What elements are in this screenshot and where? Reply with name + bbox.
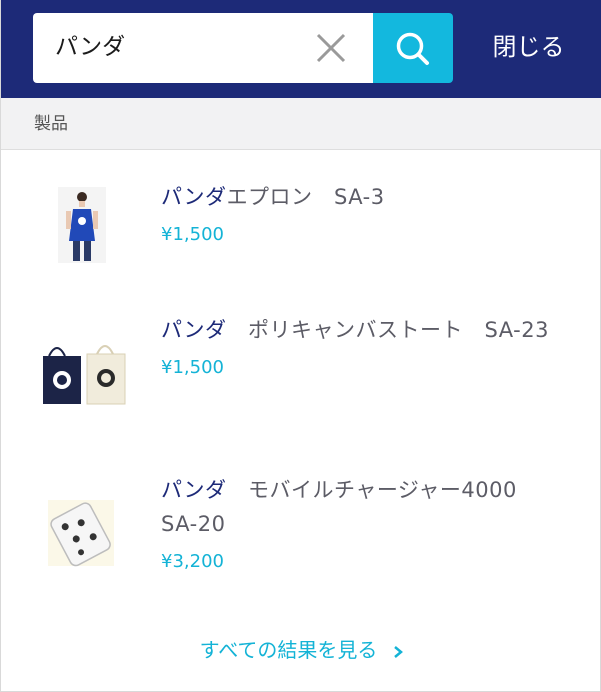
product-image-apron[interactable] [46, 185, 126, 265]
magnifier-icon [396, 32, 429, 65]
product-name-highlight: パンダ [161, 478, 227, 502]
chevron-right-icon [393, 630, 404, 674]
product-image-tote[interactable] [39, 338, 129, 418]
category-header: 製品 [1, 98, 601, 150]
search-query-text[interactable]: パンダ [55, 13, 125, 83]
product-name[interactable]: パンダエプロン SA-3 [161, 180, 571, 214]
close-x-icon[interactable] [315, 32, 347, 64]
product-item[interactable]: パンダ ポリキャンバストート SA-23 ¥1,500 [1, 313, 601, 423]
product-info: パンダエプロン SA-3 ¥1,500 [161, 180, 571, 250]
product-name-rest: エプロン SA-3 [226, 185, 385, 209]
product-name-highlight: パンダ [161, 318, 227, 342]
product-price: ¥1,500 [161, 357, 224, 378]
see-all-results-link[interactable]: すべての結果を見る [1, 628, 601, 672]
product-info: パンダ ポリキャンバストート SA-23 ¥1,500 [161, 313, 571, 383]
category-label: 製品 [34, 114, 68, 134]
search-overlay: パンダ 閉じる 製品 パンダエプロン SA-3 ¥1,500 パンダ ポリキャン… [0, 0, 601, 692]
product-image-charger[interactable] [46, 498, 116, 568]
product-item[interactable]: パンダエプロン SA-3 ¥1,500 [1, 180, 601, 280]
product-name[interactable]: パンダ ポリキャンバストート SA-23 [161, 313, 571, 347]
product-name-highlight: パンダ [161, 185, 227, 209]
close-button[interactable]: 閉じる [471, 13, 586, 83]
see-all-label: すべての結果を見る [199, 638, 378, 662]
search-button[interactable] [373, 13, 453, 83]
search-header: パンダ 閉じる [1, 0, 601, 98]
product-info: パンダ モバイルチャージャー4000 SA-20 ¥3,200 [161, 473, 571, 577]
product-name[interactable]: パンダ モバイルチャージャー4000 SA-20 [161, 473, 571, 541]
product-name-rest: ポリキャンバストート SA-23 [226, 318, 549, 342]
product-price: ¥3,200 [161, 551, 224, 572]
search-input[interactable]: パンダ [33, 13, 374, 83]
product-item[interactable]: パンダ モバイルチャージャー4000 SA-20 ¥3,200 [1, 473, 601, 583]
product-price: ¥1,500 [161, 224, 224, 245]
